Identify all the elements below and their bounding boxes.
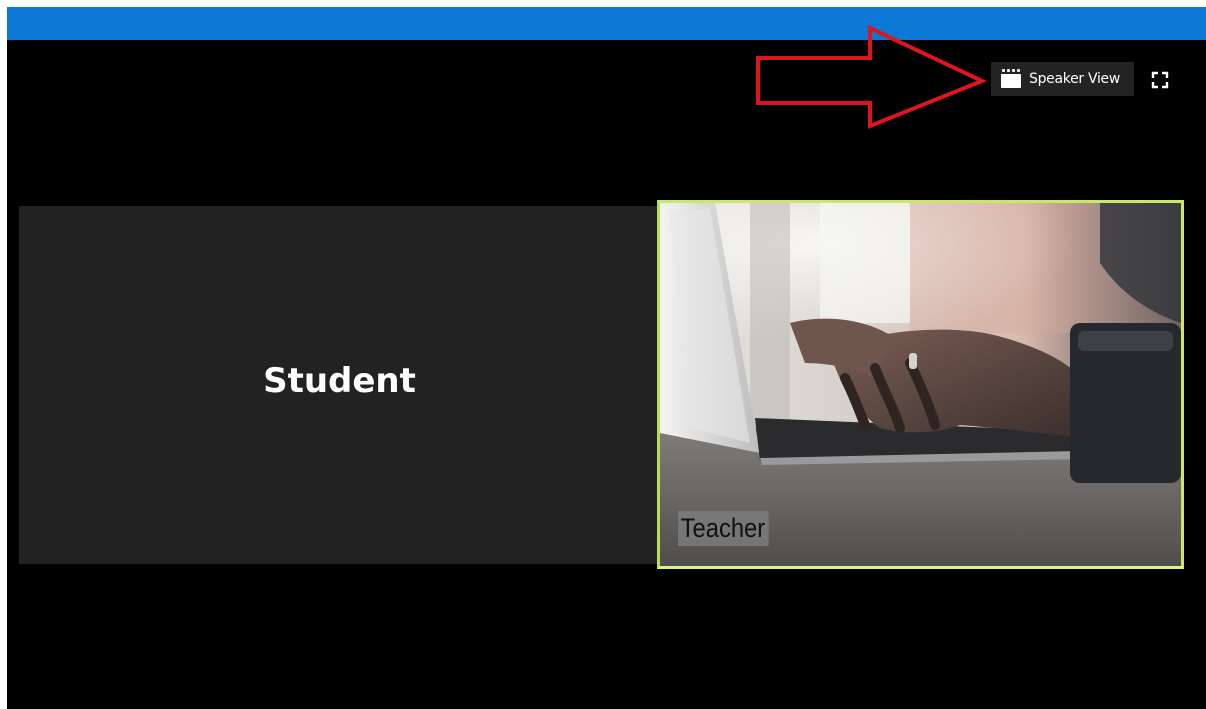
participant-tile-student[interactable]: Student <box>19 206 660 564</box>
annotation-arrow <box>756 25 987 129</box>
participant-name: Teacher <box>678 511 769 546</box>
participant-tile-teacher[interactable]: Teacher <box>657 200 1184 569</box>
speaker-view-button[interactable]: Speaker View <box>991 62 1134 96</box>
title-bar <box>7 7 1206 40</box>
participant-name: Student <box>263 361 416 401</box>
speaker-view-icon <box>1001 69 1023 89</box>
fullscreen-icon <box>1151 71 1169 89</box>
speaker-view-label: Speaker View <box>1029 71 1121 87</box>
meeting-window: Speaker View Student Teacher <box>7 7 1206 709</box>
fullscreen-button[interactable] <box>1147 67 1173 93</box>
